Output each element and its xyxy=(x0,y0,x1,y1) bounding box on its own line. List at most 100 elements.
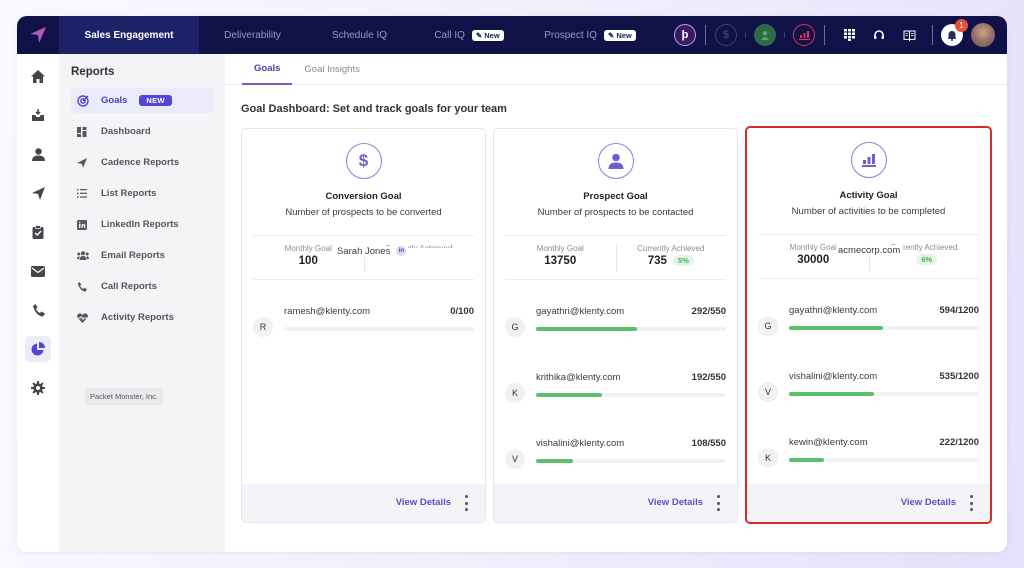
user-initial-avatar: R xyxy=(253,317,273,337)
progress-bar xyxy=(789,392,979,396)
dialpad-icon[interactable] xyxy=(838,24,860,46)
app-logo[interactable] xyxy=(17,16,59,54)
new-badge: ✎ New xyxy=(604,29,636,41)
send-icon[interactable] xyxy=(25,180,51,206)
user-email: kewin@klenty.com xyxy=(789,437,868,448)
card-footer: View Details xyxy=(242,484,485,522)
card-subtitle: Number of prospects to be contacted xyxy=(537,207,694,218)
gear-icon[interactable] xyxy=(25,375,51,401)
user-email: vishalini@klenty.com xyxy=(789,371,878,382)
nav-tab-call-iq[interactable]: Call IQ ✎ New xyxy=(413,16,525,54)
divider xyxy=(932,25,933,45)
subnav-item-email-reports[interactable]: Email Reports xyxy=(71,243,213,268)
progress-bar xyxy=(789,458,979,462)
user-progress-row[interactable]: Kkrithika@klenty.com 192/550 xyxy=(505,369,726,419)
progress-count: 535/1200 xyxy=(939,371,979,382)
more-options-icon[interactable] xyxy=(463,495,469,511)
subnav-item-linkedin-reports[interactable]: LinkedIn Reports xyxy=(71,212,213,237)
mail-icon[interactable] xyxy=(25,258,51,284)
tab-goal-insights[interactable]: Goal Insights xyxy=(292,54,371,85)
goal-tabs: Goals Goal Insights xyxy=(225,54,1007,85)
headset-icon[interactable] xyxy=(868,24,890,46)
bar-chart-icon xyxy=(850,142,887,178)
user-email: vishalini@klenty.com xyxy=(536,438,625,449)
icon-rail xyxy=(17,54,59,552)
user-progress-row[interactable]: Ggayathri@klenty.com 292/550 xyxy=(505,303,726,353)
subnav-item-list-reports[interactable]: List Reports xyxy=(71,181,213,206)
notifications[interactable]: 1 xyxy=(941,19,968,46)
reports-subnav: Reports Goals NEW Dashboard Cadence Repo… xyxy=(59,54,225,552)
user-progress-row[interactable]: Vvishalini@klenty.com 108/550 xyxy=(505,435,726,485)
subnav-item-call-reports[interactable]: Call Reports xyxy=(71,274,213,299)
phone-icon[interactable] xyxy=(25,297,51,323)
card-subtitle: Number of prospects to be converted xyxy=(285,207,442,218)
clipboard-icon[interactable] xyxy=(25,219,51,245)
user-email: ramesh@klenty.com xyxy=(284,306,371,317)
target-icon xyxy=(77,94,95,107)
dollar-icon: $ xyxy=(345,143,382,179)
nav-tab-deliverability[interactable]: Deliverability xyxy=(199,16,306,54)
notification-count-badge: 1 xyxy=(955,19,968,32)
goal-stats: Monthly Goal 13750 Currently Achieved 73… xyxy=(505,235,726,280)
user-initial-avatar: V xyxy=(505,449,525,469)
nav-tab-prospect-iq[interactable]: Prospect IQ ✎ New xyxy=(525,16,655,54)
progress-bar xyxy=(536,393,726,397)
progress-count: 594/1200 xyxy=(939,305,979,316)
tab-goals[interactable]: Goals xyxy=(242,54,293,85)
more-options-icon[interactable] xyxy=(968,495,974,511)
view-details-link[interactable]: View Details xyxy=(396,497,451,508)
nav-tab-sales-engagement[interactable]: Sales Engagement xyxy=(59,16,199,54)
divider xyxy=(784,32,785,38)
linkedin-icon xyxy=(77,219,95,230)
app-window: Sales Engagement Deliverability Schedule… xyxy=(17,16,1007,552)
user-email: gayathri@klenty.com xyxy=(789,305,878,316)
inbox-icon[interactable] xyxy=(25,102,51,128)
progress-bar-fill xyxy=(536,327,637,331)
pie-chart-icon[interactable] xyxy=(25,336,51,362)
progress-bar xyxy=(536,327,726,331)
card-footer: View Details xyxy=(747,484,990,522)
divider xyxy=(745,32,746,38)
user-initial-avatar: K xyxy=(505,383,525,403)
linkedin-icon: in xyxy=(396,246,407,257)
person-icon[interactable] xyxy=(25,141,51,167)
goal-stats: Monthly Goal 100 Currently Achieved Sara… xyxy=(253,235,474,280)
progress-bar xyxy=(536,459,726,463)
goal-stats: Monthly Goal 30000 Currently Achieved 6%… xyxy=(758,234,979,279)
user-progress-row[interactable]: Rramesh@klenty.com 0/100 xyxy=(253,303,474,353)
subnav-item-goals[interactable]: Goals NEW xyxy=(71,88,213,113)
card-title: Prospect Goal xyxy=(583,191,648,202)
contact-icon[interactable] xyxy=(754,24,776,46)
hover-tooltip-domain: acmecorp.com xyxy=(836,245,903,256)
nav-tab-schedule-iq[interactable]: Schedule IQ xyxy=(306,16,413,54)
user-progress-row[interactable]: Kkewin@klenty.com 222/1200 xyxy=(758,434,979,484)
user-progress-row[interactable]: Vvishalini@klenty.com 535/1200 xyxy=(758,368,979,418)
goal-card-prospect: Prospect Goal Number of prospects to be … xyxy=(493,128,738,523)
monthly-goal-stat: Monthly Goal 13750 xyxy=(536,244,584,267)
more-options-icon[interactable] xyxy=(715,495,721,511)
divider xyxy=(705,25,706,45)
new-badge: ✎ New xyxy=(471,29,504,41)
progress-bar-fill xyxy=(536,393,603,397)
dollar-icon[interactable]: $ xyxy=(715,24,737,46)
user-initial-avatar: G xyxy=(758,316,778,336)
goal-card-conversion: $ Conversion Goal Number of prospects to… xyxy=(241,128,486,523)
brand-p-icon[interactable]: þ xyxy=(674,24,696,46)
progress-count: 0/100 xyxy=(450,306,474,317)
subnav-item-activity-reports[interactable]: Activity Reports xyxy=(71,305,213,330)
user-initial-avatar: K xyxy=(758,448,778,468)
view-details-link[interactable]: View Details xyxy=(901,497,956,508)
view-details-link[interactable]: View Details xyxy=(648,497,703,508)
subnav-item-cadence-reports[interactable]: Cadence Reports xyxy=(71,150,213,175)
main-content: Goals Goal Insights Goal Dashboard: Set … xyxy=(225,54,1007,552)
user-initial-avatar: G xyxy=(505,317,525,337)
user-progress-row[interactable]: Ggayathri@klenty.com 594/1200 xyxy=(758,302,979,352)
home-icon[interactable] xyxy=(25,63,51,89)
phone-icon xyxy=(77,281,95,292)
chart-icon[interactable] xyxy=(793,24,815,46)
new-badge: NEW xyxy=(139,95,172,106)
book-icon[interactable] xyxy=(898,24,920,46)
subnav-item-dashboard[interactable]: Dashboard xyxy=(71,119,213,144)
progress-bar-fill xyxy=(789,326,884,330)
user-avatar[interactable] xyxy=(971,23,995,47)
